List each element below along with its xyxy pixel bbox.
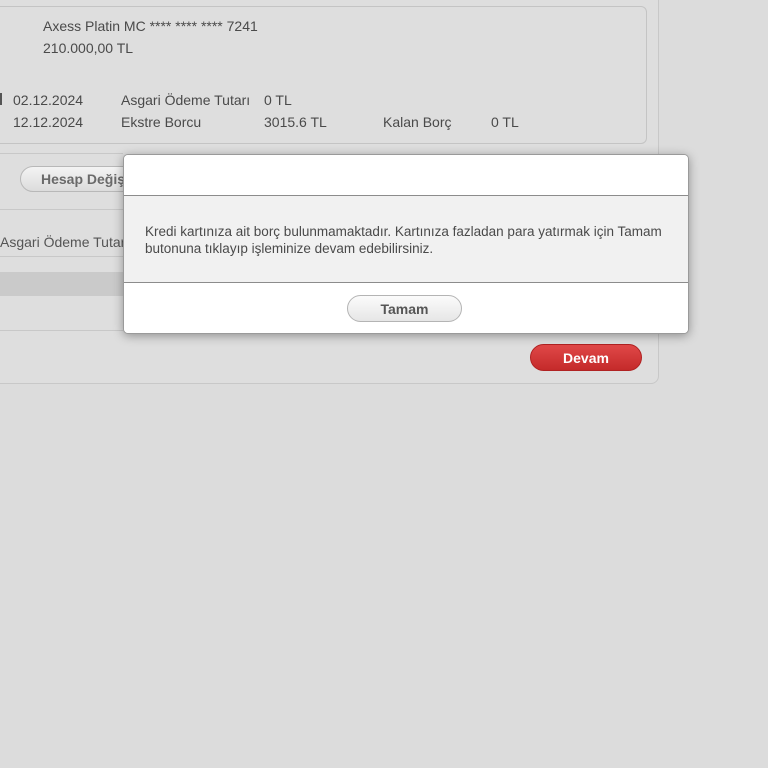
page: Axess Platin MC **** **** **** 7241 210.…	[0, 0, 768, 768]
minimum-payment-value: 0 TL	[264, 92, 292, 108]
statement-debt-value: 3015.6 TL	[264, 114, 327, 130]
remaining-debt-label: Kalan Borç	[383, 114, 452, 130]
section-divider	[0, 256, 123, 257]
dialog-body: Kredi kartınıza ait borç bulunmamaktadır…	[124, 196, 688, 283]
remaining-debt-value: 0 TL	[491, 114, 519, 130]
dialog-header	[124, 155, 688, 196]
ok-button[interactable]: Tamam	[347, 295, 462, 322]
table-header-bar	[0, 272, 140, 296]
continue-button[interactable]: Devam	[530, 344, 642, 371]
statement-date: 02.12.2024	[13, 92, 84, 108]
card-name: Axess Platin MC **** **** **** 7241	[43, 18, 258, 34]
row-marker	[0, 93, 2, 105]
dialog-footer: Tamam	[124, 283, 688, 333]
section-divider	[0, 153, 123, 154]
dialog-message: Kredi kartınıza ait borç bulunmamaktadır…	[145, 224, 662, 256]
card-limit: 210.000,00 TL	[43, 40, 134, 56]
section-divider	[0, 209, 123, 210]
statement-debt-label: Ekstre Borcu	[121, 114, 202, 130]
minimum-payment-label: Asgari Ödeme Tutarı	[121, 92, 251, 108]
alert-dialog: Kredi kartınıza ait borç bulunmamaktadır…	[123, 154, 689, 334]
minimum-payment-option-label: Asgari Ödeme Tutarı	[0, 234, 130, 250]
due-date: 12.12.2024	[13, 114, 84, 130]
section-divider	[0, 330, 123, 331]
